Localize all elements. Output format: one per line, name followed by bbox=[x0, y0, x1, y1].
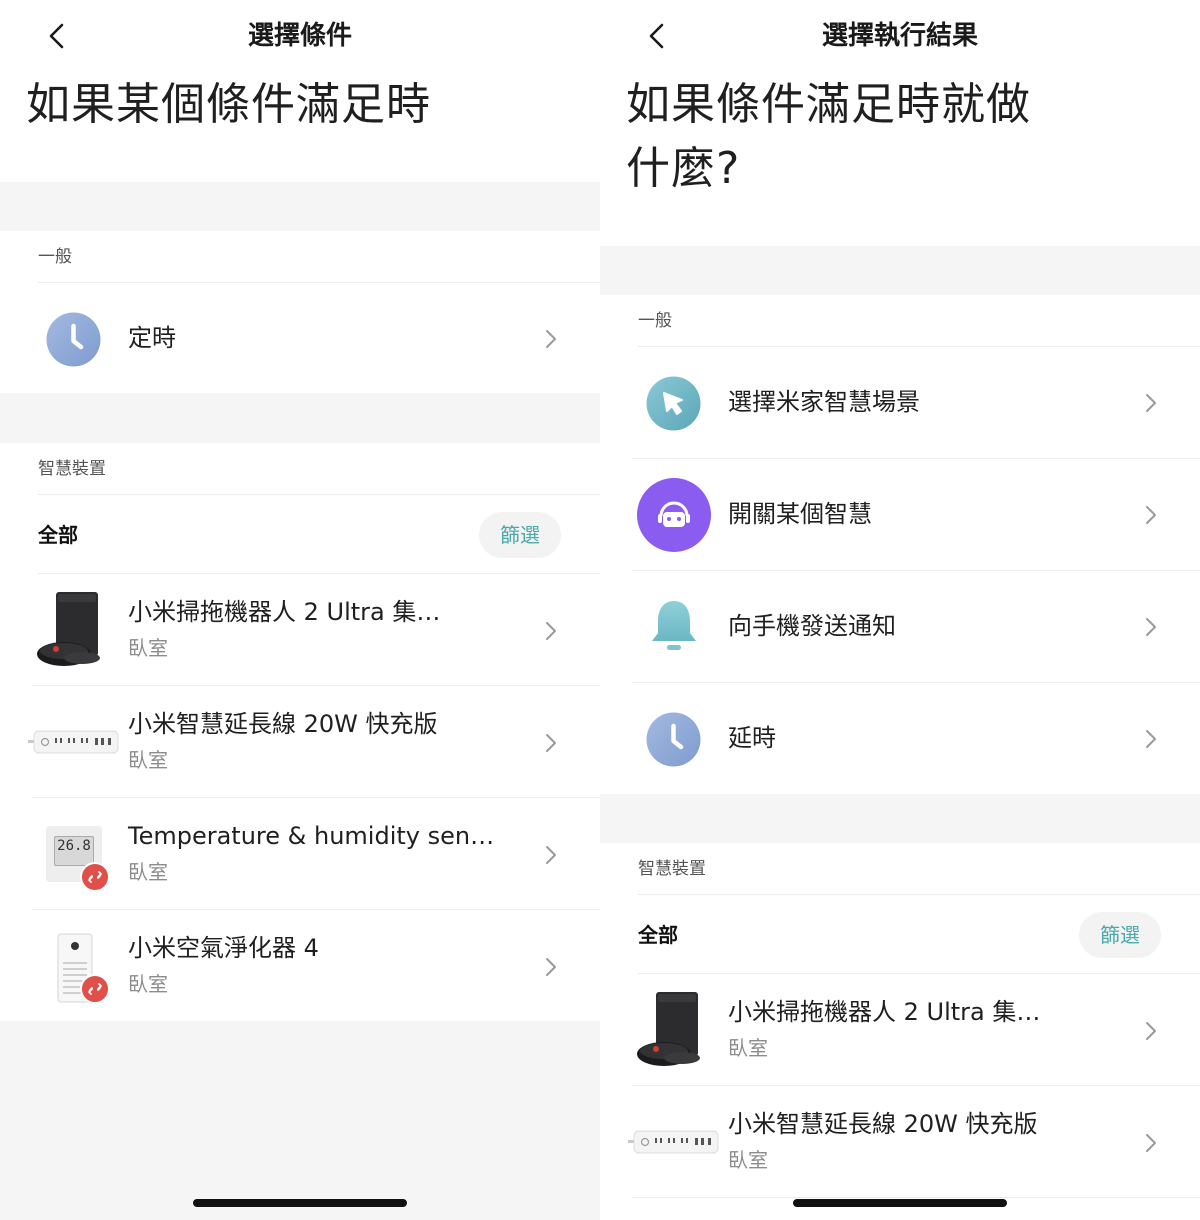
action-label: 開關某個智慧 bbox=[728, 500, 872, 528]
devices-section: 智慧裝置 全部 篩選 小米掃拖機器人 2 Ultra 集… 臥室 小米智慧延長線… bbox=[0, 443, 600, 1021]
action-panel: 選擇執行結果 如果條件滿足時就做 什麼? 一般 選擇米家智慧場景 開關某個智慧 … bbox=[600, 0, 1200, 1220]
divider bbox=[38, 494, 600, 495]
chevron-right-icon bbox=[1146, 1134, 1156, 1152]
header: 選擇執行結果 如果條件滿足時就做 什麼? bbox=[600, 0, 1200, 246]
section-label-general: 一般 bbox=[638, 311, 672, 331]
section-label-general: 一般 bbox=[38, 247, 72, 267]
condition-panel: 選擇條件 如果某個條件滿足時 一般 定時 智慧裝置 全部 篩選 小米掃拖機器人 … bbox=[0, 0, 600, 1220]
home-indicator[interactable] bbox=[793, 1199, 1007, 1207]
action-row-notification[interactable]: 向手機發送通知 bbox=[600, 571, 1200, 682]
action-row-control-device[interactable]: 開關某個智慧 bbox=[600, 459, 1200, 570]
action-label: 向手機發送通知 bbox=[728, 612, 896, 640]
general-section: 一般 選擇米家智慧場景 開關某個智慧 向手機發送通知 延時 bbox=[600, 295, 1200, 794]
offline-badge-icon bbox=[80, 974, 110, 1004]
header: 選擇條件 如果某個條件滿足時 bbox=[0, 0, 600, 182]
action-label: 選擇米家智慧場景 bbox=[728, 388, 920, 416]
device-name: 小米智慧延長線 20W 快充版 bbox=[728, 1110, 1038, 1138]
clock-icon bbox=[646, 712, 701, 767]
device-room: 臥室 bbox=[728, 1148, 768, 1172]
timer-label: 定時 bbox=[128, 324, 176, 352]
action-row-scene[interactable]: 選擇米家智慧場景 bbox=[600, 347, 1200, 458]
filter-button[interactable]: 篩選 bbox=[1079, 912, 1161, 958]
page-title-line1: 如果條件滿足時就做 bbox=[626, 79, 1031, 130]
page-title-line2: 什麼? bbox=[626, 143, 741, 194]
devices-section: 智慧裝置 全部 篩選 小米掃拖機器人 2 Ultra 集… 臥室 小米智慧延長線… bbox=[600, 843, 1200, 1220]
chevron-right-icon bbox=[1146, 394, 1156, 412]
cursor-icon bbox=[646, 376, 701, 431]
device-room: 臥室 bbox=[128, 860, 168, 884]
offline-badge-icon bbox=[80, 862, 110, 892]
bell-icon bbox=[652, 601, 696, 650]
chevron-right-icon bbox=[546, 846, 556, 864]
timer-row[interactable]: 定時 bbox=[0, 283, 600, 393]
section-label-devices: 智慧裝置 bbox=[38, 459, 106, 479]
device-name: Temperature & humidity sen… bbox=[128, 822, 495, 850]
robot-vacuum-image bbox=[37, 592, 100, 666]
device-row-temperature-sensor[interactable]: 26.8 Temperature & humidity sen… 臥室 bbox=[0, 798, 600, 909]
device-row-air-purifier[interactable]: 小米空氣淨化器 4 臥室 bbox=[0, 910, 600, 1021]
chevron-right-icon bbox=[1146, 1022, 1156, 1040]
nav-title: 選擇執行結果 bbox=[821, 21, 978, 51]
filter-button[interactable]: 篩選 bbox=[479, 512, 561, 558]
all-devices-label: 全部 bbox=[38, 523, 78, 547]
device-room: 臥室 bbox=[128, 972, 168, 996]
chevron-right-icon bbox=[546, 734, 556, 752]
robot-vacuum-image bbox=[637, 992, 700, 1066]
home-indicator[interactable] bbox=[193, 1199, 407, 1207]
power-strip-image bbox=[28, 730, 119, 754]
robot-icon bbox=[637, 478, 711, 552]
action-row-delay[interactable]: 延時 bbox=[600, 683, 1200, 794]
device-row-robot-vacuum[interactable]: 小米掃拖機器人 2 Ultra 集… 臥室 bbox=[0, 574, 600, 685]
device-name: 小米掃拖機器人 2 Ultra 集… bbox=[728, 998, 1041, 1026]
chevron-right-icon bbox=[1146, 618, 1156, 636]
chevron-right-icon bbox=[1146, 730, 1156, 748]
device-row-power-strip[interactable]: 小米智慧延長線 20W 快充版 臥室 bbox=[0, 686, 600, 797]
device-name: 小米空氣淨化器 4 bbox=[128, 934, 319, 962]
chevron-right-icon bbox=[546, 622, 556, 640]
device-room: 臥室 bbox=[128, 748, 168, 772]
page-title: 如果某個條件滿足時 bbox=[26, 79, 431, 130]
device-name: 小米掃拖機器人 2 Ultra 集… bbox=[128, 598, 441, 626]
clock-icon bbox=[46, 312, 101, 367]
chevron-right-icon bbox=[1146, 506, 1156, 524]
chevron-right-icon bbox=[546, 330, 556, 348]
chevron-right-icon bbox=[546, 958, 556, 976]
all-devices-label: 全部 bbox=[638, 923, 678, 947]
device-row-robot-vacuum[interactable]: 小米掃拖機器人 2 Ultra 集… 臥室 bbox=[600, 974, 1200, 1085]
divider bbox=[638, 894, 1200, 895]
action-label: 延時 bbox=[728, 724, 776, 752]
device-name: 小米智慧延長線 20W 快充版 bbox=[128, 710, 438, 738]
nav-title: 選擇條件 bbox=[247, 21, 352, 51]
device-room: 臥室 bbox=[728, 1036, 768, 1060]
section-label-devices: 智慧裝置 bbox=[638, 859, 706, 879]
device-row-power-strip[interactable]: 小米智慧延長線 20W 快充版 臥室 bbox=[600, 1086, 1200, 1197]
device-room: 臥室 bbox=[128, 636, 168, 660]
power-strip-image bbox=[628, 1130, 719, 1154]
divider bbox=[632, 1197, 1200, 1198]
general-section: 一般 定時 bbox=[0, 231, 600, 393]
